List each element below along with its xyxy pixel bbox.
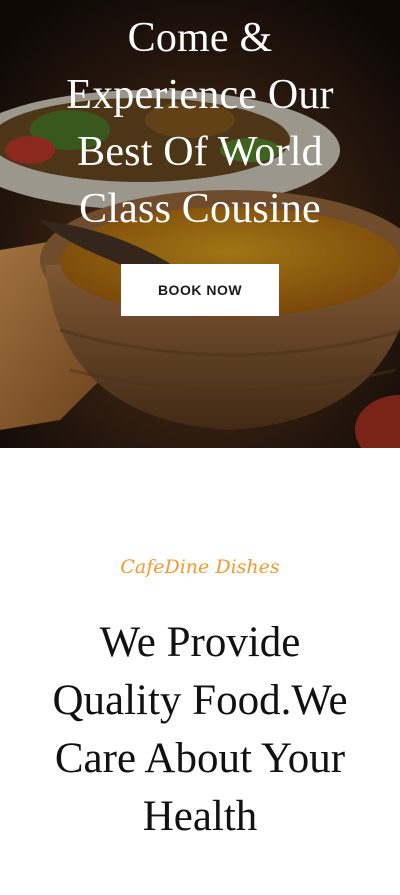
section-heading-line: We Provide: [99, 619, 301, 666]
section-heading-line: Care About Your: [54, 735, 346, 782]
hero-title-line: Come &: [127, 15, 273, 61]
book-now-button[interactable]: BOOK NOW: [121, 264, 279, 316]
section-heading-line: Quality Food.We: [52, 677, 348, 724]
section-tagline: CafeDine Dishes: [120, 556, 280, 578]
hero-title-line: Class Cousine: [79, 186, 321, 232]
about-section: CafeDine Dishes We Provide Quality Food.…: [0, 448, 400, 895]
hero-title: Come & Experience Our Best Of World Clas…: [0, 10, 400, 238]
hero-title-line: Experience Our: [66, 72, 334, 118]
section-heading: We Provide Quality Food.We Care About Yo…: [0, 614, 400, 846]
hero-section: Come & Experience Our Best Of World Clas…: [0, 0, 400, 448]
section-heading-line: Health: [142, 793, 258, 840]
hero-title-line: Best Of World: [77, 129, 323, 175]
